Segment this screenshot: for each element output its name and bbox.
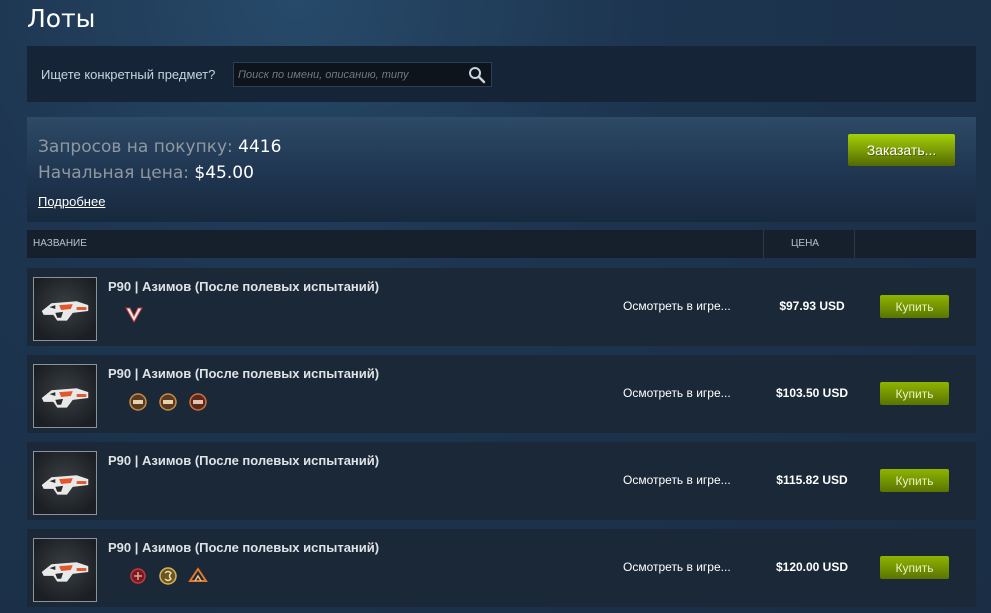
header-divider (763, 230, 764, 258)
search-bar: Ищете конкретный предмет? (27, 46, 976, 102)
buy-requests-line: Запросов на покупку: 4416 (38, 137, 281, 157)
more-info-link[interactable]: Подробнее (38, 194, 105, 209)
buy-requests-label: Запросов на покупку: (38, 137, 233, 157)
inspect-in-game-link[interactable]: Осмотреть в игре... (623, 386, 731, 400)
orange-team-sticker-icon (188, 567, 208, 582)
inspect-in-game-link[interactable]: Осмотреть в игре... (623, 299, 731, 313)
team-sticker-icon (159, 393, 177, 411)
inspect-in-game-link[interactable]: Осмотреть в игре... (623, 473, 731, 487)
inspect-in-game-link[interactable]: Осмотреть в игре... (623, 560, 731, 574)
item-name[interactable]: P90 | Азимов (После полевых испытаний) (108, 540, 379, 555)
header-divider (854, 230, 855, 258)
listing-price: $115.82 USD (776, 473, 848, 487)
start-price-value: $45.00 (194, 163, 254, 183)
search-input[interactable] (238, 67, 462, 83)
page-title: Лоты (27, 4, 96, 33)
p90-weapon-icon (41, 475, 89, 495)
buy-button[interactable]: Купить (880, 295, 949, 318)
listing-row: P90 | Азимов (После полевых испытаний) О… (27, 442, 976, 520)
listing-price: $97.93 USD (779, 299, 845, 313)
item-name[interactable]: P90 | Азимов (После полевых испытаний) (108, 453, 379, 468)
header-price: ЦЕНА (791, 238, 819, 249)
search-box[interactable] (233, 62, 492, 87)
p90-weapon-icon (41, 388, 89, 408)
item-name[interactable]: P90 | Азимов (После полевых испытаний) (108, 366, 379, 381)
item-thumbnail[interactable] (33, 538, 97, 602)
virtus-pro-sticker-icon (125, 307, 143, 324)
item-thumbnail[interactable] (33, 364, 97, 428)
start-price-label: Начальная цена: (38, 163, 189, 183)
gold-team-sticker-icon (159, 567, 177, 585)
team-sticker-icon (129, 393, 147, 411)
header-name: НАЗВАНИЕ (33, 238, 87, 249)
start-price-line: Начальная цена: $45.00 (38, 163, 254, 183)
listing-row: P90 | Азимов (После полевых испытаний) О… (27, 355, 976, 433)
buy-button[interactable]: Купить (880, 469, 949, 492)
search-label: Ищете конкретный предмет? (41, 67, 216, 82)
item-thumbnail[interactable] (33, 451, 97, 515)
listings-table-header: НАЗВАНИЕ ЦЕНА (27, 230, 976, 258)
buy-button[interactable]: Купить (880, 382, 949, 405)
buy-orders-panel: Запросов на покупку: 4416 Начальная цена… (27, 117, 976, 222)
team-sticker-icon (189, 393, 207, 411)
listing-row: P90 | Азимов (После полевых испытаний) О… (27, 268, 976, 346)
buy-requests-value: 4416 (238, 137, 282, 157)
item-thumbnail[interactable] (33, 277, 97, 341)
p90-weapon-icon (41, 301, 89, 321)
listing-price: $120.00 USD (775, 560, 849, 574)
search-icon[interactable] (468, 66, 486, 84)
buy-button[interactable]: Купить (880, 556, 949, 579)
item-name[interactable]: P90 | Азимов (После полевых испытаний) (108, 279, 379, 294)
listing-price: $103.50 USD (775, 386, 849, 400)
place-order-button[interactable]: Заказать... (848, 134, 955, 166)
red-team-sticker-icon (130, 568, 146, 584)
listing-row: P90 | Азимов (После полевых испытаний) О… (27, 529, 976, 607)
p90-weapon-icon (41, 562, 89, 582)
